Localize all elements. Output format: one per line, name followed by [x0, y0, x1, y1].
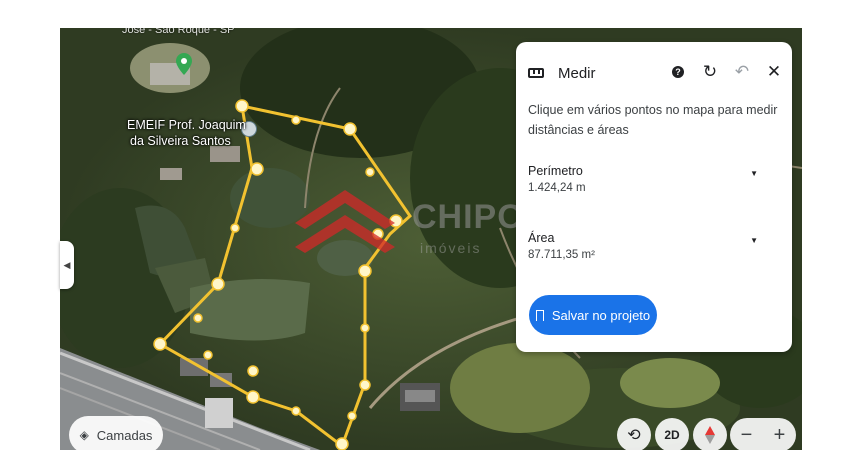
close-icon: ✕: [766, 62, 782, 81]
save-button-label: Salvar no projeto: [551, 307, 651, 323]
layers-label: Camadas: [96, 427, 153, 443]
zoom-in-button[interactable]: +: [774, 424, 786, 447]
compass-button[interactable]: [693, 418, 727, 452]
undo-button[interactable]: ↶: [732, 62, 752, 82]
school-label-line2[interactable]: da Silveira Santos: [130, 134, 231, 149]
perimeter-label: Perímetro: [528, 164, 583, 178]
compass-icon: [705, 426, 715, 444]
panel-title: Medir: [558, 64, 596, 82]
rotate-icon: ⟲: [627, 427, 641, 444]
instructions-text: Clique em vários pontos no mapa para med…: [528, 103, 778, 137]
bookmark-icon: [535, 309, 544, 321]
view-mode-button[interactable]: 2D: [655, 418, 689, 452]
chevron-down-icon[interactable]: ▼: [750, 169, 758, 178]
layers-icon: ◈: [79, 428, 89, 442]
help-button[interactable]: ?: [668, 62, 688, 82]
help-icon: ?: [672, 66, 684, 78]
perimeter-section[interactable]: Perímetro 1.424,24 m ▼: [528, 163, 778, 197]
perimeter-value: 1.424,24 m: [528, 182, 586, 194]
panel-header: Medir ? ↻ ↶ ✕: [528, 62, 784, 84]
undo-icon: ↶: [734, 62, 750, 81]
area-value: 87.711,35 m²: [528, 249, 595, 261]
ruler-icon: [528, 68, 544, 78]
location-pin-icon[interactable]: [176, 53, 192, 75]
save-to-project-button[interactable]: Salvar no projeto: [529, 295, 657, 335]
watermark-subtitle: imóveis: [420, 240, 482, 256]
collapse-sidebar-button[interactable]: ◀: [60, 241, 74, 289]
layers-button[interactable]: ◈ Camadas: [69, 416, 163, 454]
measure-panel: Medir ? ↻ ↶ ✕ Clique em vários pontos no…: [516, 42, 792, 352]
zoom-out-button[interactable]: −: [741, 424, 753, 447]
zoom-control: − +: [730, 418, 796, 452]
area-section[interactable]: Área 87.711,35 m² ▼: [528, 230, 778, 264]
rotate-button[interactable]: ⟲: [617, 418, 651, 452]
chevron-down-icon[interactable]: ▼: [750, 236, 758, 245]
school-label-line1[interactable]: EMEIF Prof. Joaquim: [127, 118, 246, 133]
area-label: Área: [528, 231, 555, 245]
refresh-icon: ↻: [702, 62, 718, 81]
refresh-button[interactable]: ↻: [700, 62, 720, 82]
close-button[interactable]: ✕: [764, 62, 784, 82]
place-label-top: José - São Roque - SP: [122, 28, 235, 36]
chevron-left-icon: ◀: [63, 259, 71, 270]
view-mode-label: 2D: [664, 428, 680, 442]
